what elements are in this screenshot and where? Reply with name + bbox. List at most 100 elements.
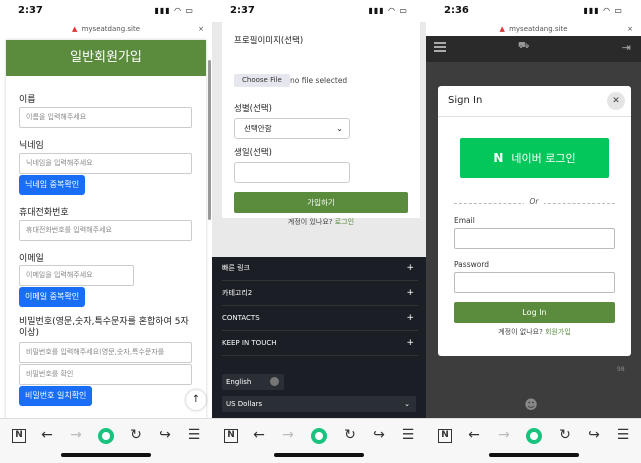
forward-icon[interactable]: → xyxy=(495,427,513,443)
join-button[interactable]: 가입하기 xyxy=(234,192,408,213)
forward-icon[interactable]: → xyxy=(279,427,297,443)
share-icon[interactable]: ↪ xyxy=(156,427,174,443)
plus-icon: + xyxy=(406,338,414,348)
home-icon[interactable] xyxy=(526,428,542,444)
signup-link[interactable]: 회원가입 xyxy=(545,328,571,336)
modal-title: Sign In xyxy=(448,95,483,106)
naver-icon[interactable]: N xyxy=(12,429,26,443)
home-icon[interactable] xyxy=(98,428,114,444)
chevron-down-icon: ⌄ xyxy=(336,124,343,133)
signup-bottom-screen: 2:37 ▮▮▮ ◠ ▭ 프로필이미지(선택) Choose File no f… xyxy=(212,0,426,463)
clock: 2:37 xyxy=(18,5,43,16)
footer-category2[interactable]: 카테고리2 + xyxy=(222,282,418,306)
password-input[interactable] xyxy=(454,272,615,293)
login-button[interactable]: Log In xyxy=(454,302,615,323)
menu-icon[interactable]: ☰ xyxy=(399,427,417,443)
chevron-down-icon: ⌄ xyxy=(404,400,410,408)
back-icon[interactable]: ← xyxy=(250,427,268,443)
browser-toolbar: N ← → ↻ ↪ ☰ xyxy=(212,418,426,463)
hamburger-icon[interactable] xyxy=(434,42,446,52)
refresh-icon[interactable]: ↻ xyxy=(341,427,359,443)
status-bar: 2:37 ▮▮▮ ◠ ▭ xyxy=(212,0,426,22)
footer-keep-in-touch[interactable]: KEEP IN TOUCH + xyxy=(222,332,418,356)
optional-fields-form: 프로필이미지(선택) Choose File no file selected … xyxy=(222,22,420,226)
gender-label: 성별(선택) xyxy=(234,104,272,114)
signal-wifi-battery-icon: ▮▮▮ ◠ ▭ xyxy=(583,6,623,15)
close-icon[interactable]: × xyxy=(627,22,633,36)
site-logo[interactable]: ⛟ xyxy=(518,41,529,52)
or-text: Or xyxy=(524,197,544,206)
browser-toolbar: N ← → ↻ ↪ ☰ xyxy=(0,418,212,463)
name-input[interactable]: 이름을 입력해주세요 xyxy=(19,107,192,128)
mascot-icon: ☻ xyxy=(524,398,538,413)
footer-label: 빠른 링크 xyxy=(222,264,250,272)
share-icon[interactable]: ↪ xyxy=(585,427,603,443)
signal-wifi-battery-icon: ▮▮▮ ◠ ▭ xyxy=(154,6,194,15)
email-input[interactable]: 이메일을 입력해주세요 xyxy=(19,265,134,286)
plus-icon: + xyxy=(406,288,414,298)
currency-value: US Dollars xyxy=(226,400,263,408)
back-icon[interactable]: ← xyxy=(465,427,483,443)
close-icon[interactable]: × xyxy=(198,22,204,36)
scrollbar[interactable] xyxy=(208,60,211,220)
site-header: ⛟ ⇥ xyxy=(426,36,641,62)
browser-toolbar: N ← → ↻ ↪ ☰ xyxy=(426,418,641,463)
footer-label: 카테고리2 xyxy=(222,289,253,297)
share-icon[interactable]: ↪ xyxy=(370,427,388,443)
footer-label: KEEP IN TOUCH xyxy=(222,339,277,347)
email-check-button[interactable]: 이메일 중복확인 xyxy=(19,287,86,307)
nickname-check-button[interactable]: 닉네임 중복확인 xyxy=(19,175,86,195)
menu-icon[interactable]: ☰ xyxy=(614,427,632,443)
naver-logo-icon: N xyxy=(493,151,504,165)
email-label: Email xyxy=(454,216,475,225)
naver-icon[interactable]: N xyxy=(224,429,238,443)
login-link[interactable]: 로그인 xyxy=(335,218,354,226)
footer-quick-links[interactable]: 빠른 링크 + xyxy=(222,257,418,281)
naver-icon[interactable]: N xyxy=(438,429,452,443)
cart-badge: 98 xyxy=(617,366,625,373)
nickname-label: 닉네임 xyxy=(19,141,44,151)
divider xyxy=(438,116,631,117)
signin-modal: Sign In ✕ N 네이버 로그인 Or Email Password Log… xyxy=(438,86,631,356)
password-label: Password xyxy=(454,260,490,269)
login-question: 계정이 있나요? xyxy=(287,218,333,226)
email-input[interactable] xyxy=(454,228,615,249)
language-select[interactable]: English xyxy=(222,374,284,390)
back-icon[interactable]: ← xyxy=(38,427,56,443)
url-bar[interactable]: ▲ myseatdang.site × xyxy=(0,22,212,36)
phone-input[interactable]: 휴대전화번호를 입력해주세요 xyxy=(19,220,192,241)
warning-icon: ▲ xyxy=(71,25,78,33)
no-file-text: no file selected xyxy=(290,76,348,85)
menu-icon[interactable]: ☰ xyxy=(185,427,203,443)
scroll-top-button[interactable]: ↑ xyxy=(186,390,206,410)
choose-file-button[interactable]: Choose File xyxy=(234,74,290,87)
currency-select[interactable]: US Dollars ⌄ xyxy=(222,396,416,412)
globe-icon xyxy=(270,377,279,386)
password-confirm-input[interactable]: 비밀번호를 확인 xyxy=(19,364,192,385)
footer-contacts[interactable]: CONTACTS + xyxy=(222,307,418,331)
password-match-button[interactable]: 비밀번호 일치확인 xyxy=(19,386,93,406)
refresh-icon[interactable]: ↻ xyxy=(127,427,145,443)
gender-select[interactable]: 선택안함 ⌄ xyxy=(234,118,350,139)
naver-login-button[interactable]: N 네이버 로그인 xyxy=(460,138,609,178)
language-value: English xyxy=(226,378,252,386)
close-icon[interactable]: ✕ xyxy=(607,92,625,110)
refresh-icon[interactable]: ↻ xyxy=(556,427,574,443)
signal-wifi-battery-icon: ▮▮▮ ◠ ▭ xyxy=(368,6,408,15)
birthday-label: 생일(선택) xyxy=(234,148,272,158)
status-bar: 2:37 ▮▮▮ ◠ ▭ xyxy=(0,0,212,22)
warning-icon: ▲ xyxy=(499,25,505,33)
naver-login-label: 네이버 로그인 xyxy=(511,152,576,165)
profile-image-label: 프로필이미지(선택) xyxy=(234,36,304,46)
gender-value: 선택안함 xyxy=(244,124,272,133)
login-icon[interactable]: ⇥ xyxy=(622,41,631,54)
nickname-input[interactable]: 닉네임을 입력해주세요 xyxy=(19,153,192,174)
plus-icon: + xyxy=(406,263,414,273)
phone-label: 휴대전화번호 xyxy=(19,208,69,218)
home-icon[interactable] xyxy=(311,428,327,444)
email-label: 이메일 xyxy=(19,254,44,264)
password-input[interactable]: 비밀번호를 입력해주세요(영문,숫자,특수문자를 xyxy=(19,342,192,363)
forward-icon[interactable]: → xyxy=(67,427,85,443)
url-bar[interactable]: ▲ myseatdang.site × xyxy=(426,22,641,36)
birthday-input[interactable] xyxy=(234,162,350,183)
